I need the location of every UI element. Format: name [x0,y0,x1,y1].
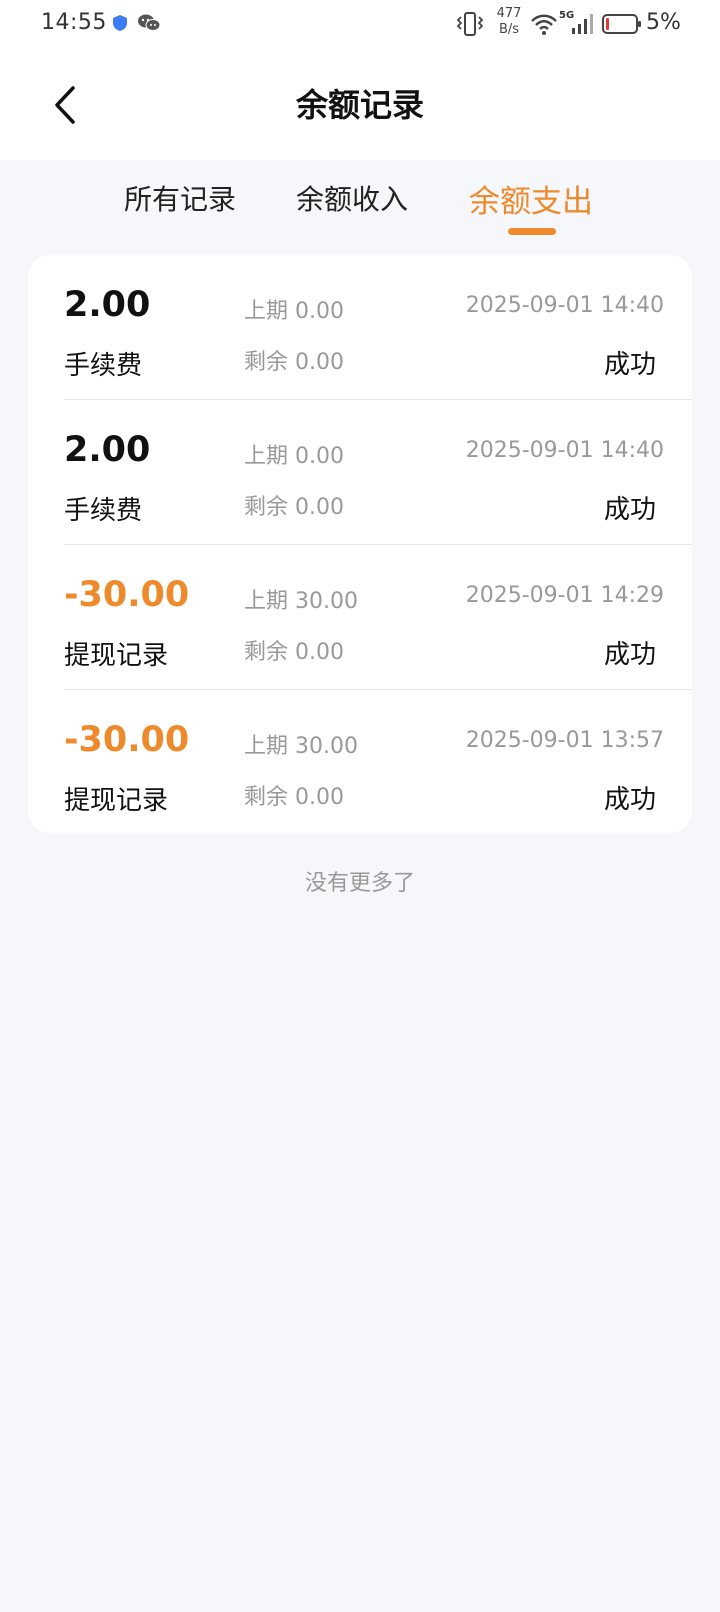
list-end-hint: 没有更多了 [304,871,415,896]
tab-balance-expense[interactable]: 余额支出 [469,176,593,221]
status-bar: 14:55 477 B/s 5G 5% [0,0,720,50]
network-speed-unit: B/s [498,22,520,37]
record-status: 成功 [603,350,656,380]
status-time: 14:55 [41,10,107,35]
tab-bar: 所有记录 余额收入 余额支出 [0,160,720,240]
record-remaining-balance: 剩余 0.00 [244,350,344,375]
vibrate-icon [456,12,484,36]
record-list: 2.00 手续费 上期 0.00 剩余 0.00 2025-09-01 14:4… [28,255,692,833]
signal-icon [572,14,593,34]
record-type: 手续费 [64,496,143,526]
wechat-icon [138,14,161,31]
record-item[interactable]: -30.00 提现记录 上期 30.00 剩余 0.00 2025-09-01 … [28,690,692,833]
record-previous-balance: 上期 30.00 [244,734,358,759]
record-item[interactable]: -30.00 提现记录 上期 30.00 剩余 0.00 2025-09-01 … [28,545,692,690]
record-amount: 2.00 [64,285,151,325]
record-previous-balance: 上期 0.00 [244,299,344,324]
record-status: 成功 [603,495,656,525]
record-item[interactable]: 2.00 手续费 上期 0.00 剩余 0.00 2025-09-01 14:4… [28,255,692,400]
page-title: 余额记录 [295,86,424,124]
tab-balance-income[interactable]: 余额收入 [296,178,408,218]
record-datetime: 2025-09-01 14:40 [465,438,664,463]
record-status: 成功 [603,640,656,670]
record-previous-balance: 上期 30.00 [244,589,358,614]
record-datetime: 2025-09-01 14:29 [465,583,664,608]
battery-icon [602,14,641,34]
battery-percent: 5% [646,10,681,35]
record-remaining-balance: 剩余 0.00 [244,495,344,520]
record-status: 成功 [603,785,656,815]
wifi-icon [531,14,557,35]
record-type: 提现记录 [64,641,169,671]
record-amount: 2.00 [64,430,151,470]
tab-all-records[interactable]: 所有记录 [124,178,236,218]
network-speed: 477 B/s [494,6,524,38]
record-remaining-balance: 剩余 0.00 [244,640,344,665]
active-tab-indicator [508,228,556,235]
record-remaining-balance: 剩余 0.00 [244,785,344,810]
shield-icon [113,15,127,31]
app-header: 余额记录 [0,50,720,160]
record-type: 手续费 [64,351,143,381]
record-previous-balance: 上期 0.00 [244,444,344,469]
network-speed-value: 477 [496,6,522,21]
record-amount: -30.00 [64,720,190,760]
record-type: 提现记录 [64,786,169,816]
record-datetime: 2025-09-01 14:40 [465,293,664,318]
record-amount: -30.00 [64,575,190,615]
record-item[interactable]: 2.00 手续费 上期 0.00 剩余 0.00 2025-09-01 14:4… [28,400,692,545]
record-datetime: 2025-09-01 13:57 [465,728,664,753]
